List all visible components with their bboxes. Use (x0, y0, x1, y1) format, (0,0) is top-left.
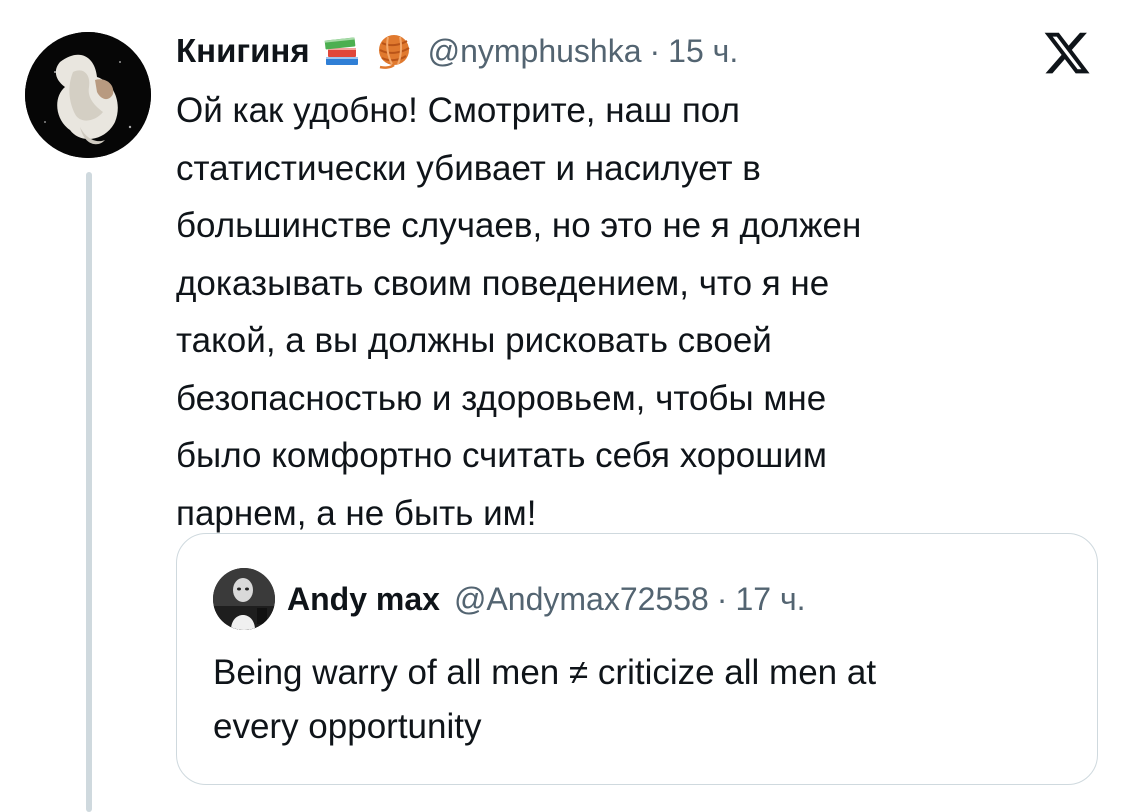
separator-dot: · (649, 32, 661, 69)
tweet-text-line: доказывать своим поведением, что я не (176, 263, 830, 303)
x-logo-icon[interactable] (1042, 28, 1092, 78)
avatar-image (25, 32, 151, 158)
quoted-avatar[interactable] (213, 568, 275, 630)
yarn-icon (374, 31, 414, 71)
quoted-text-line: every opportunity (213, 707, 482, 746)
books-icon (322, 31, 362, 71)
quoted-tweet[interactable]: Andy max @Andymax72558 · 17 ч. Being war… (176, 533, 1098, 785)
avatar[interactable] (25, 32, 151, 158)
thread-line (86, 172, 92, 812)
quoted-header: Andy max @Andymax72558 · 17 ч. (287, 574, 806, 624)
display-name[interactable]: Книгиня (176, 32, 310, 70)
tweet-text-line: статистически убивает и насилует в (176, 148, 761, 188)
tweet-text-line: большинстве случаев, но это не я должен (176, 206, 862, 245)
quoted-handle[interactable]: @Andymax72558 (454, 581, 709, 618)
handle[interactable]: @nymphushka (428, 33, 642, 70)
tweet-header: Книгиня @nymphushka · 15 ч. (176, 26, 738, 76)
quoted-text-line: Being warry of all men ≠ criticize all m… (213, 653, 877, 692)
tweet-text: Ой как удобно! Смотрите, наш пол статист… (176, 82, 1056, 542)
timestamp[interactable]: 15 ч. (668, 33, 738, 70)
quoted-text: Being warry of all men ≠ criticize all m… (213, 646, 1073, 754)
quoted-avatar-image (213, 568, 275, 630)
quoted-display-name[interactable]: Andy max (287, 581, 440, 618)
tweet-card: Книгиня @nymphushka · 15 ч. Ой как удобн… (0, 0, 1124, 812)
tweet-text-line: Ой как удобно! Смотрите, наш пол (176, 91, 740, 130)
quoted-separator-dot: · (716, 580, 728, 617)
quoted-timestamp[interactable]: 17 ч. (735, 581, 805, 618)
tweet-text-line: было комфортно считать себя хорошим (176, 436, 827, 475)
tweet-text-line: безопасностью и здоровьем, чтобы мне (176, 378, 827, 418)
tweet-text-line: такой, а вы должны рисковать своей (176, 321, 772, 360)
